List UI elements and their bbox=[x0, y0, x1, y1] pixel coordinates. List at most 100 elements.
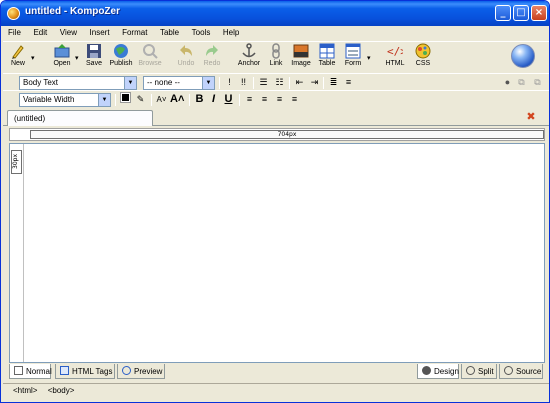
numbered-list-icon[interactable]: ☰ bbox=[257, 76, 270, 89]
source-view-icon bbox=[504, 366, 513, 375]
anchor-button[interactable]: Anchor bbox=[235, 43, 263, 67]
form-icon bbox=[345, 43, 361, 59]
tab-source[interactable]: Source bbox=[499, 364, 543, 379]
menu-tools[interactable]: Tools bbox=[187, 27, 216, 37]
text-color-icon[interactable] bbox=[119, 92, 132, 106]
menu-file[interactable]: File bbox=[3, 27, 26, 37]
table-icon bbox=[319, 43, 335, 59]
layer-up-icon[interactable]: ⧉ bbox=[515, 76, 528, 89]
bold-button[interactable]: B bbox=[193, 93, 206, 106]
close-tab-icon[interactable]: ✖ bbox=[525, 111, 537, 123]
menu-format[interactable]: Format bbox=[117, 27, 152, 37]
minimize-button[interactable]: _ bbox=[495, 5, 511, 21]
image-icon bbox=[293, 44, 309, 58]
tab-normal[interactable]: Normal bbox=[9, 364, 52, 379]
tab-source-label: Source bbox=[516, 367, 542, 376]
height-label: 30px bbox=[12, 154, 19, 170]
vertical-ruler: 30px bbox=[10, 144, 24, 362]
html-button[interactable]: </> HTML bbox=[383, 43, 407, 67]
browse-button[interactable]: Browse bbox=[137, 43, 163, 67]
new-label: New bbox=[10, 60, 25, 67]
tab-preview[interactable]: Preview bbox=[117, 364, 165, 379]
menu-insert[interactable]: Insert bbox=[85, 27, 115, 37]
separator bbox=[239, 94, 240, 106]
menu-view[interactable]: View bbox=[55, 27, 82, 37]
sticky-position-icon[interactable]: ● bbox=[501, 76, 514, 89]
separator bbox=[289, 77, 290, 89]
publish-globe-icon bbox=[114, 44, 128, 58]
page-icon bbox=[14, 366, 23, 375]
justify-icon[interactable]: ≡ bbox=[288, 93, 301, 106]
css-label: CSS bbox=[415, 60, 431, 67]
save-disk-icon bbox=[87, 44, 101, 58]
kompozer-app-icon[interactable] bbox=[7, 7, 20, 20]
image-label: Image bbox=[291, 60, 311, 67]
definition-term-icon[interactable]: ≣ bbox=[327, 76, 340, 89]
new-dropdown-icon[interactable]: ▾ bbox=[31, 54, 35, 62]
image-button[interactable]: Image bbox=[289, 43, 313, 67]
form-button[interactable]: Form bbox=[341, 43, 365, 67]
outdent-icon[interactable]: ⇤ bbox=[293, 76, 306, 89]
tab-split[interactable]: Split bbox=[461, 364, 497, 379]
css-button[interactable]: CSS bbox=[411, 43, 435, 67]
tab-preview-label: Preview bbox=[134, 367, 163, 376]
emphasis-icon[interactable]: !! bbox=[237, 76, 250, 89]
class-style-select[interactable]: -- none -- ▼ bbox=[143, 76, 215, 90]
browse-magnifier-icon bbox=[143, 44, 158, 59]
open-dropdown-icon[interactable]: ▾ bbox=[75, 54, 79, 62]
save-button[interactable]: Save bbox=[83, 43, 105, 67]
align-center-icon[interactable]: ≡ bbox=[258, 93, 271, 106]
paragraph-style-value: Body Text bbox=[23, 78, 58, 87]
bullet-list-icon[interactable]: ☷ bbox=[273, 76, 286, 89]
title-bar[interactable]: untitled - KompoZer _ □ × bbox=[1, 1, 549, 26]
tab-split-label: Split bbox=[478, 367, 494, 376]
tag-body[interactable]: <body> bbox=[48, 386, 75, 395]
editing-area[interactable]: 30px bbox=[9, 143, 545, 363]
open-button[interactable]: Open bbox=[51, 43, 73, 67]
smaller-font-icon[interactable]: A˅ bbox=[155, 93, 168, 106]
page-width-ruler[interactable]: 704px bbox=[30, 130, 544, 139]
split-view-icon bbox=[466, 366, 475, 375]
underline-button[interactable]: U bbox=[222, 93, 235, 106]
horizontal-ruler: 704px bbox=[9, 128, 545, 141]
menu-table[interactable]: Table bbox=[155, 27, 184, 37]
window-title: untitled - KompoZer bbox=[25, 6, 120, 17]
link-button[interactable]: Link bbox=[265, 43, 287, 67]
redo-button[interactable]: Redo bbox=[201, 43, 223, 67]
maximize-button[interactable]: □ bbox=[513, 5, 529, 21]
highlight-color-icon[interactable]: ✎ bbox=[134, 93, 147, 106]
italic-button[interactable]: I bbox=[207, 93, 220, 106]
paragraph-style-select[interactable]: Body Text ▼ bbox=[19, 76, 137, 90]
menu-help[interactable]: Help bbox=[218, 27, 244, 37]
undo-button[interactable]: Undo bbox=[175, 43, 197, 67]
separator bbox=[219, 77, 220, 89]
tab-design[interactable]: Design bbox=[417, 364, 459, 379]
font-select[interactable]: Variable Width ▼ bbox=[19, 93, 111, 107]
form-label: Form bbox=[344, 60, 362, 67]
undo-arrow-icon bbox=[180, 45, 192, 56]
tag-html[interactable]: <html> bbox=[13, 386, 37, 395]
align-right-icon[interactable]: ≡ bbox=[273, 93, 286, 106]
indent-icon[interactable]: ⇥ bbox=[308, 76, 321, 89]
format-toolbar-1: Body Text ▼ -- none -- ▼ ! !! ☰ ☷ ⇤ ⇥ ≣ … bbox=[3, 73, 549, 91]
larger-font-icon[interactable]: A˄ bbox=[170, 93, 184, 106]
tab-html-tags[interactable]: HTML Tags bbox=[55, 364, 115, 379]
align-left-icon[interactable]: ≡ bbox=[243, 93, 256, 106]
link-label: Link bbox=[269, 60, 283, 67]
publish-button[interactable]: Publish bbox=[107, 43, 135, 67]
form-dropdown-icon[interactable]: ▾ bbox=[367, 54, 371, 62]
strong-emphasis-icon[interactable]: ! bbox=[223, 76, 236, 89]
close-button[interactable]: × bbox=[531, 5, 547, 21]
table-button[interactable]: Table bbox=[315, 43, 339, 67]
separator bbox=[323, 77, 324, 89]
tab-design-label: Design bbox=[434, 367, 459, 376]
new-button[interactable]: New bbox=[7, 43, 29, 67]
menu-edit[interactable]: Edit bbox=[28, 27, 52, 37]
definition-description-icon[interactable]: ≡ bbox=[342, 76, 355, 89]
layer-down-icon[interactable]: ⧉ bbox=[531, 76, 544, 89]
separator bbox=[189, 94, 190, 106]
format-toolbar-2: Variable Width ▼ ✎ A˅ A˄ B I U ≡ ≡ ≡ ≡ bbox=[3, 90, 549, 108]
anchor-icon bbox=[242, 43, 256, 58]
tab-untitled[interactable]: (untitled) bbox=[7, 110, 153, 126]
save-label: Save bbox=[86, 60, 102, 67]
